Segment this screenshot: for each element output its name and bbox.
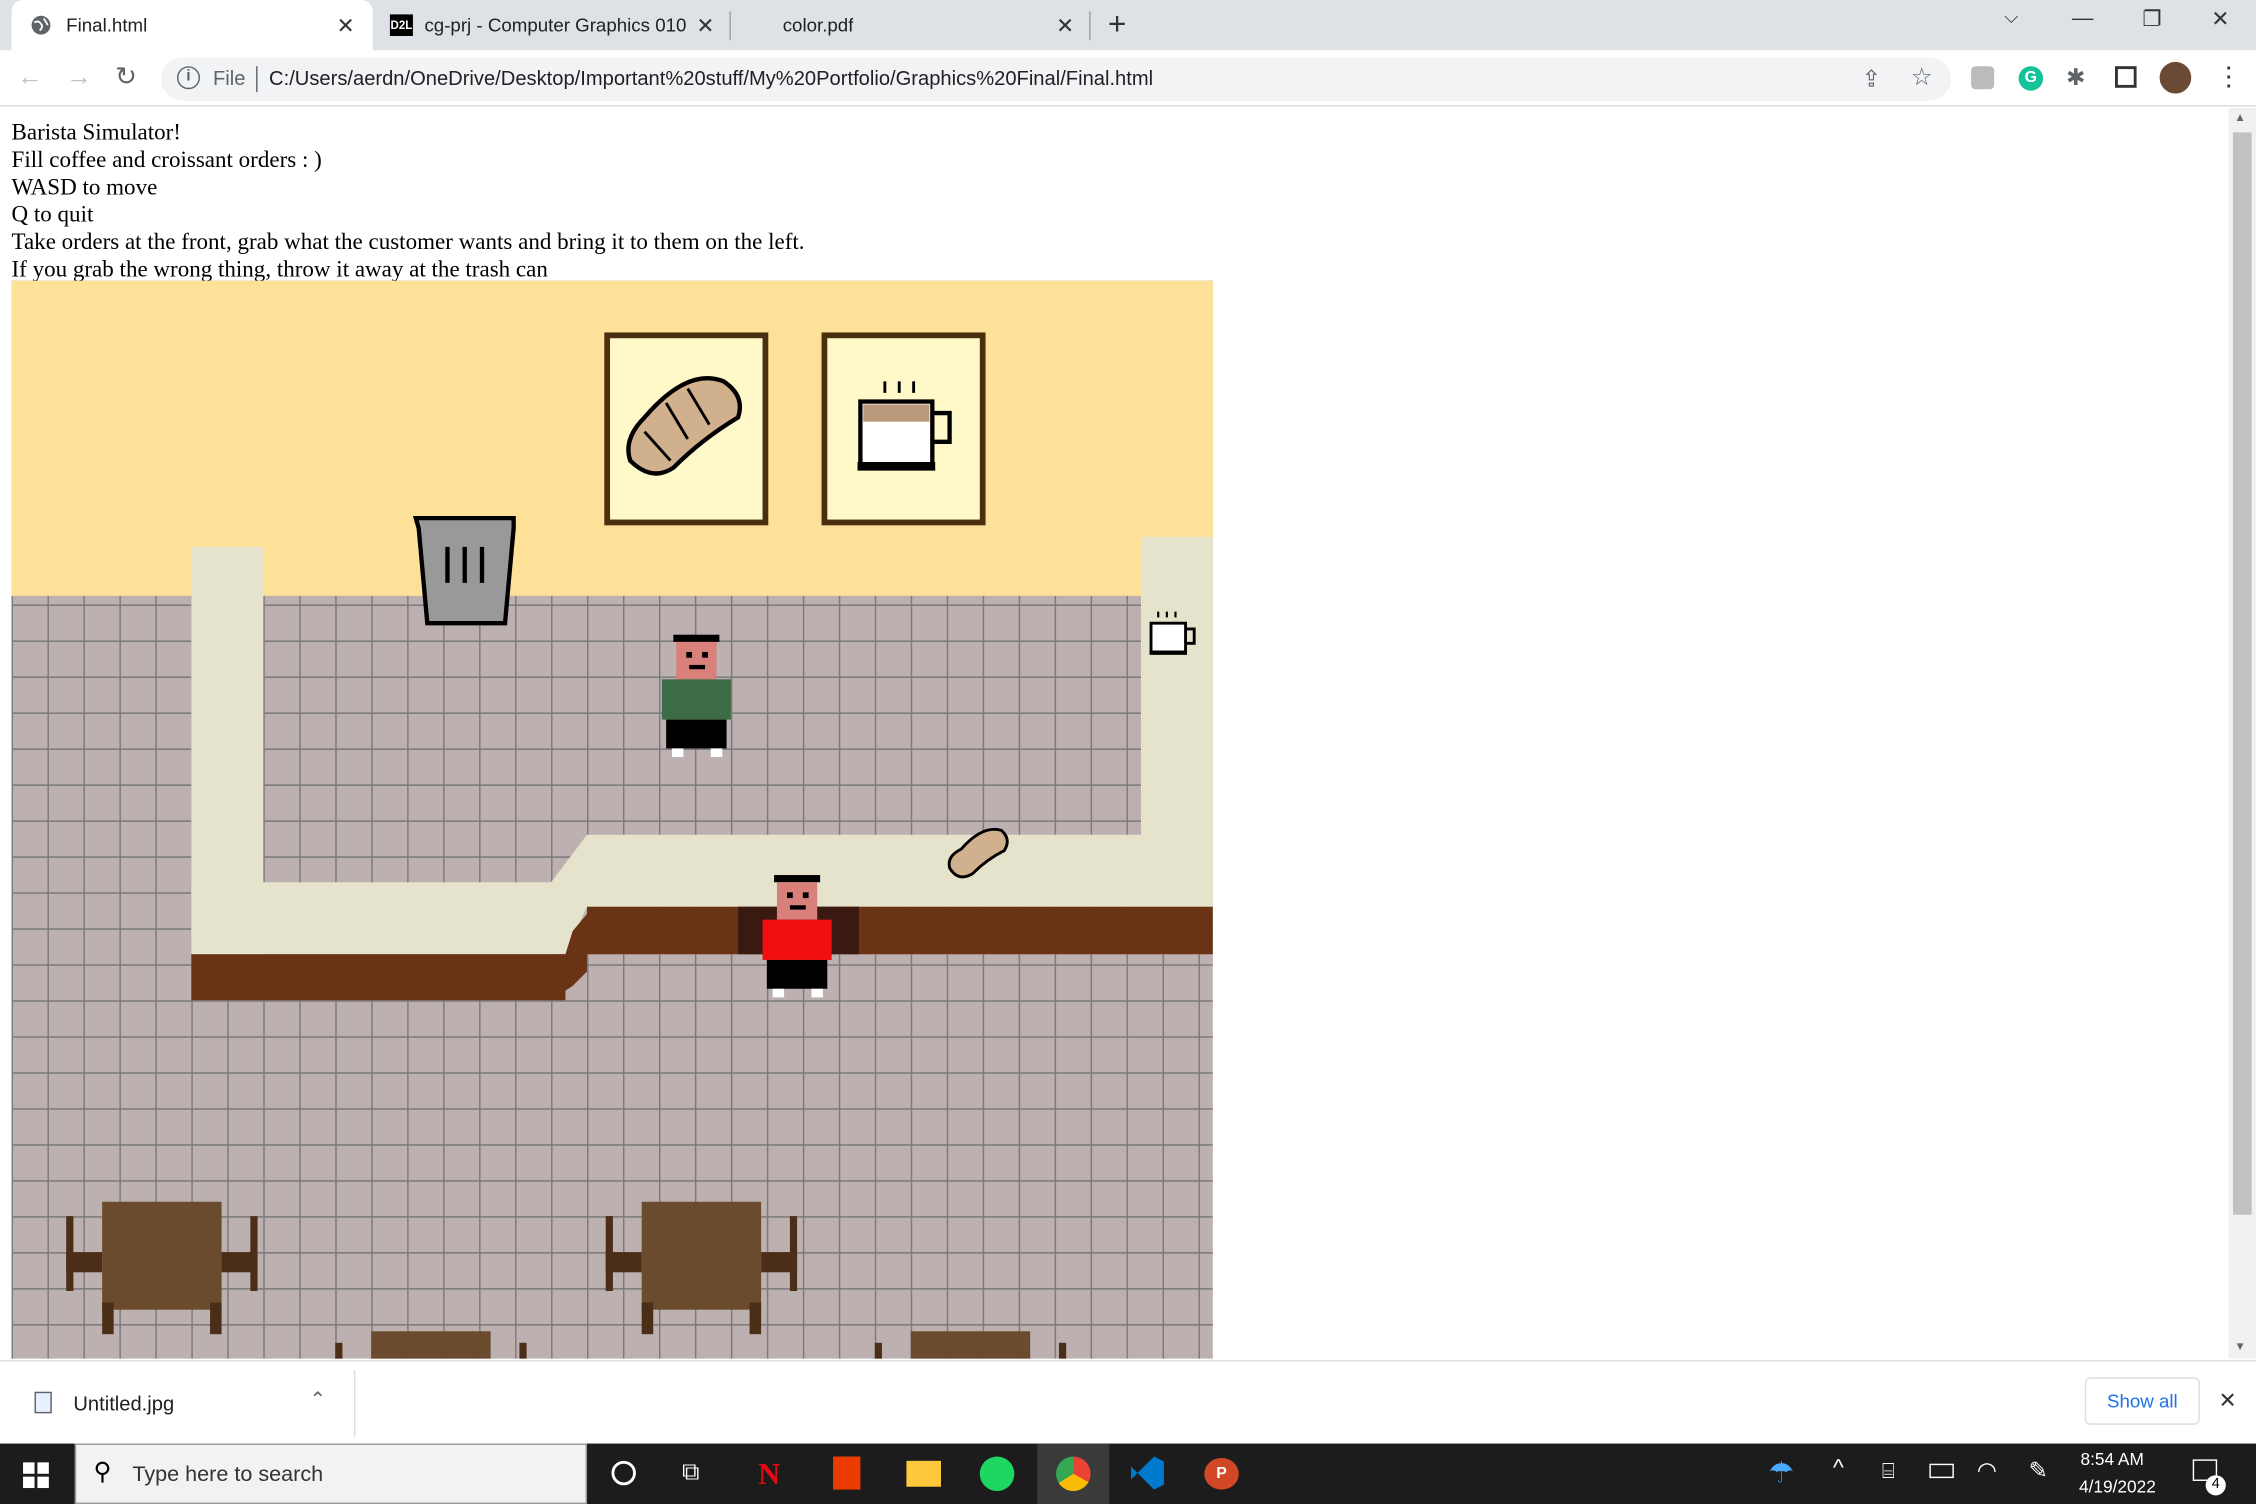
tab-color-pdf[interactable]: color.pdf ✕ [734,0,1088,50]
scroll-up-icon[interactable]: ▲ [2234,111,2245,124]
puzzle-icon[interactable]: ✱ [2066,63,2085,92]
scheme-label: File [212,66,246,90]
tab-search-chevron-icon[interactable]: ⌵ [2004,6,2018,29]
windows-start-icon[interactable] [23,1462,49,1489]
extension-icon[interactable] [1971,66,1995,90]
side-panel-icon[interactable] [2115,66,2137,88]
tab-separator [1089,11,1091,41]
trash-can [412,515,516,626]
instruction-line: Take orders at the front, grab what the … [11,230,805,255]
tab-title: Final.html [66,14,148,36]
coffee-poster [821,332,986,526]
download-bar: Untitled.jpg ⌃ Show all ✕ [0,1360,2256,1444]
menu-icon[interactable]: ⋮ [2216,62,2242,92]
file-explorer-icon[interactable] [906,1460,941,1487]
reload-icon[interactable]: ↻ [115,62,137,92]
tab-title: color.pdf [782,14,854,36]
game-canvas[interactable] [11,280,1213,1359]
taskbar-search[interactable]: ⚲ Type here to search [74,1443,588,1504]
download-filename[interactable]: Untitled.jpg [73,1392,174,1415]
wifi-icon[interactable]: ◠ [1977,1457,1997,1486]
restore-icon[interactable]: ❐ [2142,6,2161,31]
tab-separator [729,11,731,41]
hidden-icons-chevron-icon[interactable]: ^ [1833,1457,1844,1483]
meet-icon[interactable]: ⌸ [1882,1459,1895,1483]
battery-icon[interactable] [1929,1463,1954,1479]
address-bar[interactable]: i File C:/Users/aerdn/OneDrive/Desktop/I… [161,57,1951,101]
powerpoint-icon[interactable]: P [1204,1457,1239,1490]
clock-time[interactable]: 8:54 AM [2080,1449,2143,1469]
back-icon[interactable]: ← [17,62,43,92]
instruction-line: WASD to move [11,175,158,201]
pen-icon[interactable]: ✎ [2029,1457,2048,1486]
tab-title: cg-prj - Computer Graphics 010 [424,14,687,36]
share-icon[interactable]: ⇪ [1862,65,1881,94]
chrome-icon[interactable] [1056,1456,1091,1492]
divider [353,1370,356,1437]
spotify-icon[interactable] [979,1456,1015,1492]
croissant-poster [604,332,769,526]
avatar[interactable] [2159,61,2192,94]
instruction-line: Barista Simulator! [11,120,181,146]
instruction-line: Fill coffee and croissant orders : ) [11,148,322,173]
notification-badge: 4 [2205,1475,2226,1496]
forward-icon[interactable]: → [66,62,92,92]
search-icon: ⚲ [93,1457,112,1486]
image-file-icon [34,1391,52,1414]
instruction-line: Q to quit [11,202,94,228]
vscode-icon[interactable] [1130,1456,1164,1490]
search-placeholder: Type here to search [132,1462,324,1487]
window-close-icon[interactable]: ✕ [2211,6,2229,31]
instruction-line: If you grab the wrong thing, throw it aw… [11,257,548,283]
close-icon[interactable]: ✕ [696,12,714,38]
show-all-button[interactable]: Show all [2084,1377,2200,1425]
tab-final-html[interactable]: Final.html ✕ [11,0,373,51]
divider [256,66,258,93]
new-tab-icon[interactable]: + [1108,6,1127,43]
tab-cg-prj[interactable]: D2L cg-prj - Computer Graphics 010 ✕ [378,0,731,50]
taskbar: ⚲ Type here to search ⧉ N P ☂ ^ ⌸ ◠ ✎ 8:… [0,1443,2256,1504]
clock-date[interactable]: 4/19/2022 [2079,1477,2156,1497]
url-text[interactable]: C:/Users/aerdn/OneDrive/Desktop/Importan… [269,66,1153,89]
task-view-icon[interactable]: ⧉ [682,1458,699,1487]
close-icon[interactable]: ✕ [337,12,355,38]
star-icon[interactable]: ☆ [1911,63,1933,92]
info-icon[interactable]: i [176,66,200,90]
d2l-icon: D2L [389,14,413,36]
close-icon[interactable]: ✕ [1056,12,1074,38]
scrollbar-thumb[interactable] [2232,132,2252,1215]
scroll-down-icon[interactable]: ▼ [2234,1340,2245,1353]
close-icon[interactable]: ✕ [2219,1387,2237,1413]
office-icon[interactable] [833,1456,861,1490]
netflix-icon[interactable]: N [758,1457,780,1493]
cortana-icon[interactable] [611,1460,636,1486]
chevron-up-icon[interactable]: ⌃ [309,1387,326,1411]
globe-icon [31,15,51,35]
grammarly-icon[interactable]: G [2018,66,2044,91]
weather-icon[interactable]: ☂ [1768,1455,1794,1491]
page-content: Barista Simulator! Fill coffee and crois… [0,107,2229,1359]
tab-strip: Final.html ✕ D2L cg-prj - Computer Graph… [0,0,2256,51]
minimize-icon[interactable]: — [2072,6,2094,30]
instructions: Barista Simulator! Fill coffee and crois… [12,119,805,283]
